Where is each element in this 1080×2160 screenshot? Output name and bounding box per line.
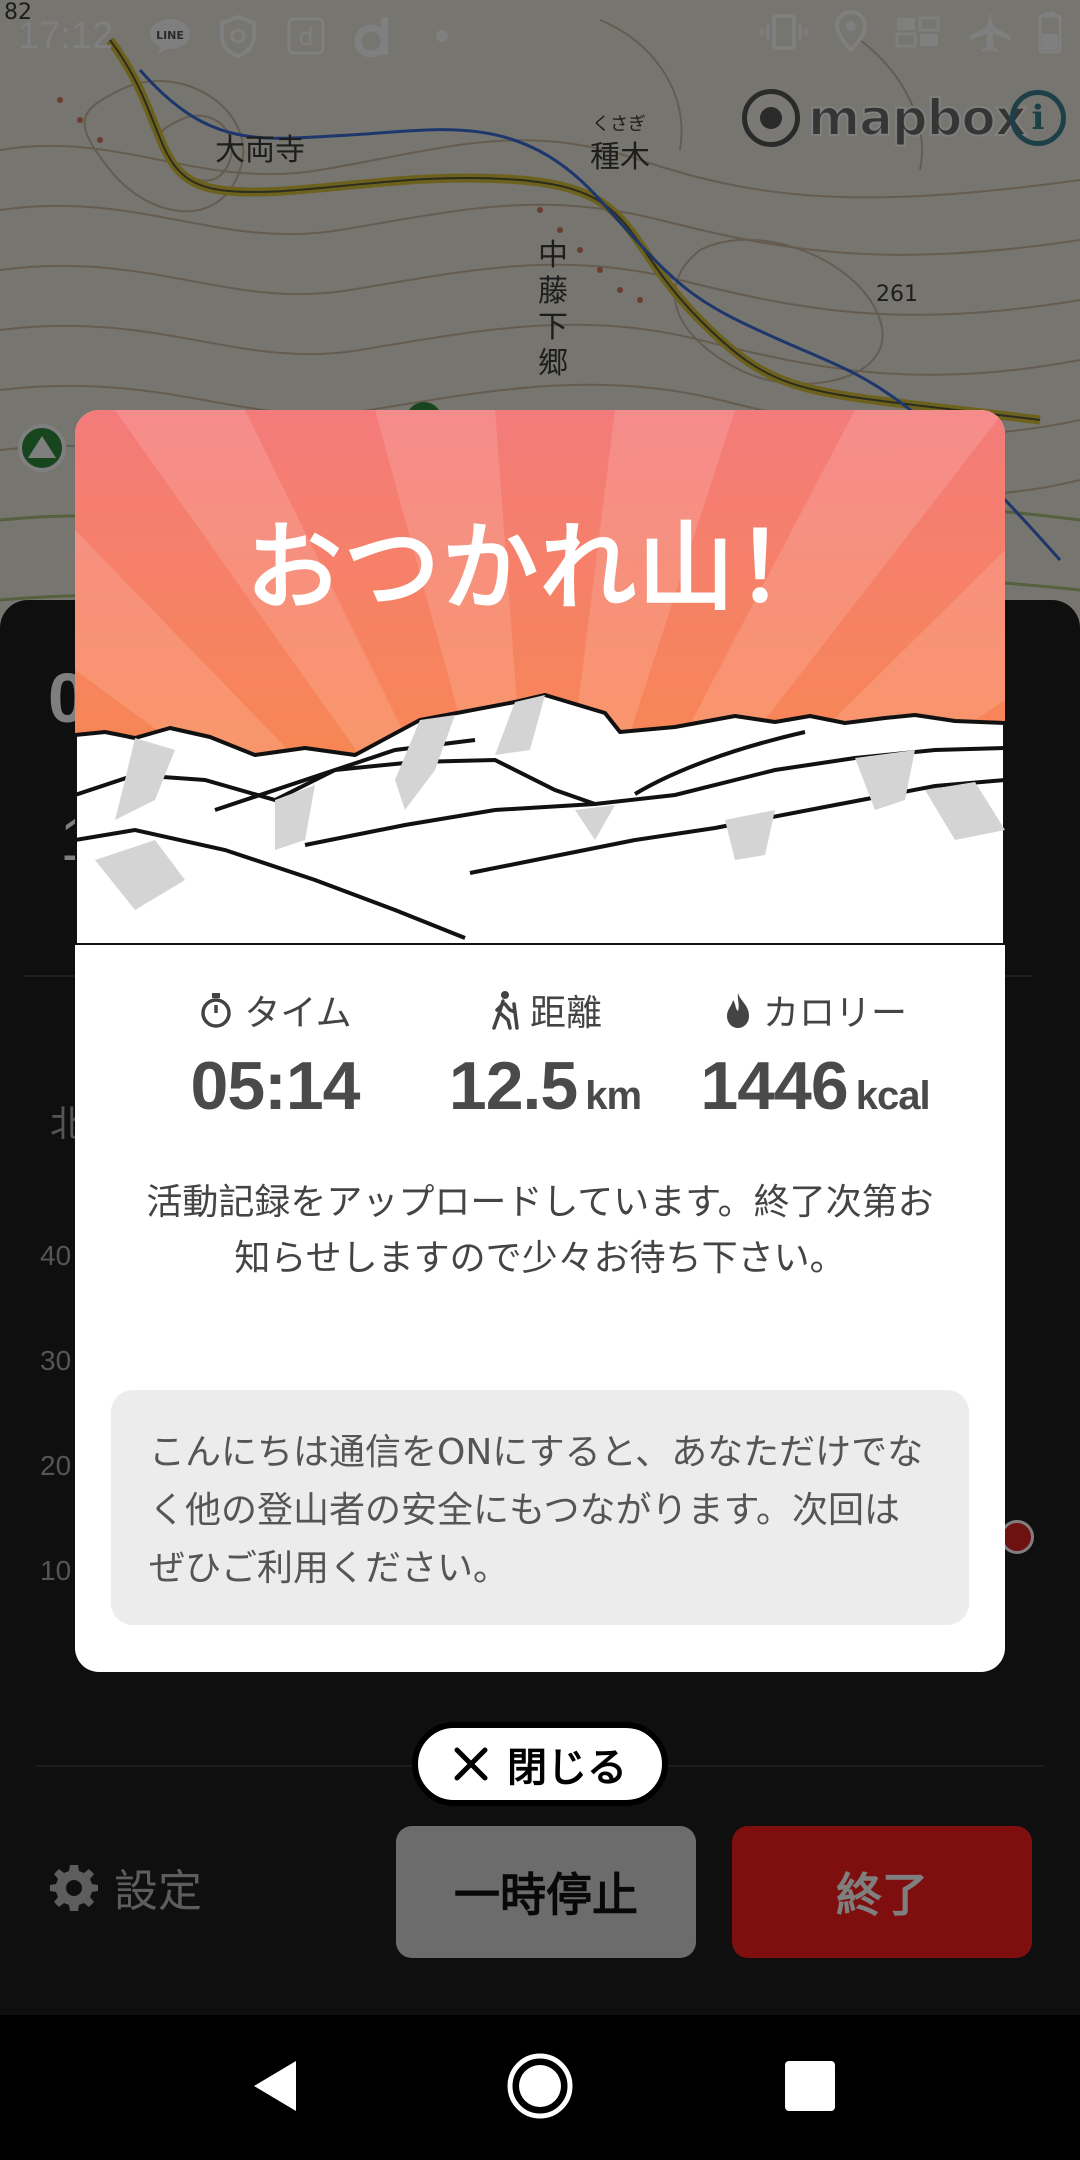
- upload-status-message: 活動記録をアップロードしています。終了次第お知らせしますので少々お待ち下さい。: [146, 1182, 934, 1279]
- stat-calories-unit: kcal: [855, 1074, 931, 1118]
- stopwatch-icon: [201, 993, 232, 1028]
- close-button[interactable]: 閉じる: [412, 1722, 668, 1806]
- system-navigation-bar: [0, 2015, 1080, 2160]
- back-icon[interactable]: [240, 2051, 310, 2121]
- dialog-title: おつかれ山！: [246, 512, 834, 624]
- close-button-label: 閉じる: [507, 1745, 627, 1791]
- close-icon: [454, 1747, 488, 1781]
- completion-dialog: おつかれ山！ タイム 05:14 距離 12.5 km カロリー 1446 kcal…: [75, 410, 1005, 1672]
- stat-calories-value: 1446: [700, 1048, 848, 1124]
- stat-distance-label: 距離: [529, 993, 602, 1034]
- stat-calories-label: カロリー: [762, 993, 907, 1034]
- recent-apps-icon[interactable]: [785, 2061, 835, 2111]
- stat-distance: 距離 12.5 km: [405, 985, 685, 1125]
- connectivity-tip: こんにちは通信をONにすると、あなただけでなく他の登山者の安全にもつながります。…: [111, 1390, 969, 1625]
- stat-time-value: 05:14: [190, 1048, 361, 1124]
- flame-icon: [726, 993, 749, 1028]
- hiker-icon: [492, 991, 519, 1030]
- stat-distance-unit: km: [585, 1074, 642, 1118]
- dialog-hero: おつかれ山！: [75, 410, 1005, 945]
- stat-time-label: タイム: [244, 993, 352, 1034]
- stat-calories: カロリー 1446 kcal: [675, 985, 955, 1125]
- home-icon[interactable]: [505, 2051, 575, 2121]
- stat-distance-value: 12.5: [448, 1048, 578, 1124]
- stat-time: タイム 05:14: [135, 985, 415, 1125]
